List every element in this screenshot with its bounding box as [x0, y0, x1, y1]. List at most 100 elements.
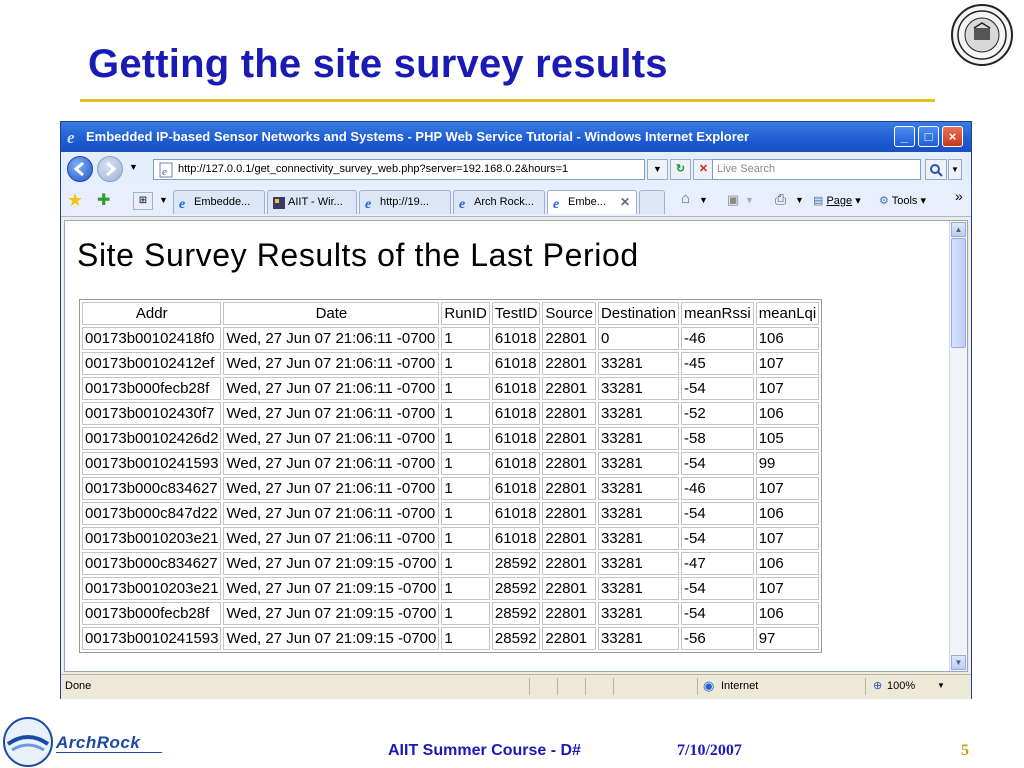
table-cell: 1	[441, 402, 490, 425]
stop-icon: ✕	[698, 163, 709, 175]
column-header: Date	[223, 302, 440, 325]
refresh-button[interactable]: ↻	[670, 159, 691, 180]
history-dropdown-icon[interactable]: ▼	[129, 162, 138, 172]
table-cell: 106	[755, 502, 820, 525]
table-cell: 22801	[542, 327, 596, 350]
table-row: 00173b00102430f7 Wed, 27 Jun 07 21:06:11 …	[82, 402, 820, 425]
more-commands-button[interactable]: »	[955, 188, 963, 204]
column-header: meanLqi	[755, 302, 820, 325]
table-row: 00173b000fecb28f Wed, 27 Jun 07 21:06:11 …	[82, 377, 820, 400]
table-cell: 33281	[597, 527, 679, 550]
search-button[interactable]	[925, 159, 947, 180]
table-cell: Wed, 27 Jun 07 21:06:11 -0700	[223, 477, 440, 500]
table-cell: -52	[681, 402, 754, 425]
close-tab-icon[interactable]: ✕	[620, 191, 630, 213]
add-favorites-icon[interactable]: ✚	[97, 190, 110, 210]
archrock-logo-icon	[3, 717, 53, 767]
table-cell: 00173b0010241593	[82, 452, 222, 475]
back-button[interactable]	[67, 156, 93, 182]
home-icon[interactable]: ⌂	[681, 190, 690, 207]
feeds-dropdown-icon[interactable]: ▼	[745, 195, 754, 205]
vertical-scrollbar[interactable]: ▲ ▼	[949, 221, 967, 671]
stop-button[interactable]: ✕	[693, 159, 714, 180]
browser-window: e Embedded IP-based Sensor Networks and …	[60, 121, 972, 699]
table-row: 00173b00102412ef Wed, 27 Jun 07 21:06:11 …	[82, 352, 820, 375]
table-cell: 61018	[491, 527, 541, 550]
status-bar: Done ◉ Internet ⊕ 100% ▼	[61, 674, 971, 699]
table-cell: 33281	[597, 377, 679, 400]
table-cell: Wed, 27 Jun 07 21:09:15 -0700	[223, 552, 440, 575]
title-divider	[80, 99, 935, 102]
table-cell: 106	[755, 402, 820, 425]
ie-tab-icon: e	[552, 196, 566, 214]
svg-text:e: e	[553, 197, 559, 210]
table-cell: 1	[441, 327, 490, 350]
tab-label: Embe...	[568, 196, 606, 208]
column-header: Addr	[82, 302, 222, 325]
table-cell: Wed, 27 Jun 07 21:06:11 -0700	[223, 527, 440, 550]
svg-text:e: e	[162, 166, 167, 178]
quick-tabs-button[interactable]: ⊞	[133, 192, 153, 210]
table-cell: 1	[441, 552, 490, 575]
maximize-button[interactable]: □	[918, 126, 939, 147]
table-cell: -54	[681, 527, 754, 550]
page-menu-icon: ▤	[813, 195, 824, 207]
tab-label: Arch Rock...	[474, 196, 534, 208]
url-input[interactable]: e http://127.0.0.1/get_connectivity_surv…	[153, 159, 645, 180]
tab-3[interactable]: e http://19...	[359, 190, 451, 214]
table-cell: 28592	[491, 602, 541, 625]
table-row: 00173b000c834627 Wed, 27 Jun 07 21:09:15 …	[82, 552, 820, 575]
table-cell: 107	[755, 577, 820, 600]
footer-date: 7/10/2007	[677, 742, 742, 759]
scroll-up-icon[interactable]: ▲	[951, 222, 966, 237]
page-menu[interactable]: ▤ Page ▾	[813, 194, 861, 207]
table-row: 00173b000c847d22 Wed, 27 Jun 07 21:06:11 …	[82, 502, 820, 525]
zoom-level[interactable]: 100%	[887, 680, 915, 692]
table-row: 00173b0010203e21 Wed, 27 Jun 07 21:06:11 …	[82, 527, 820, 550]
ie-tab-icon: e	[364, 196, 378, 214]
tools-menu[interactable]: ⚙ Tools ▾	[879, 194, 926, 207]
tab-2[interactable]: AIIT - Wir...	[267, 190, 357, 214]
new-tab-button[interactable]	[639, 190, 665, 214]
column-header: RunID	[441, 302, 490, 325]
tab-4[interactable]: e Arch Rock...	[453, 190, 545, 214]
feeds-icon[interactable]: ▣	[727, 192, 739, 208]
table-cell: 22801	[542, 377, 596, 400]
page-icon: e	[159, 162, 173, 178]
table-cell: 28592	[491, 627, 541, 650]
tab-1[interactable]: e Embedde...	[173, 190, 265, 214]
window-titlebar[interactable]: e Embedded IP-based Sensor Networks and …	[61, 122, 971, 152]
scrollbar-thumb[interactable]	[951, 238, 966, 348]
forward-button[interactable]	[97, 156, 123, 182]
print-dropdown-icon[interactable]: ▼	[795, 195, 804, 205]
favorites-star-icon[interactable]: ★	[67, 190, 83, 211]
search-input[interactable]: Live Search	[712, 159, 921, 180]
column-header: TestID	[491, 302, 541, 325]
url-dropdown-button[interactable]: ▼	[647, 159, 668, 180]
tab-5-active[interactable]: e Embe... ✕	[547, 190, 637, 214]
home-dropdown-icon[interactable]: ▼	[699, 195, 708, 205]
table-cell: 22801	[542, 527, 596, 550]
table-cell: 1	[441, 452, 490, 475]
table-cell: 1	[441, 502, 490, 525]
tab-label: Embedde...	[194, 196, 251, 208]
page-heading: Site Survey Results of the Last Period	[77, 237, 639, 273]
minimize-button[interactable]: _	[894, 126, 915, 147]
close-button[interactable]: ×	[942, 126, 963, 147]
table-row: 00173b00102418f0 Wed, 27 Jun 07 21:06:11 …	[82, 327, 820, 350]
table-row: 00173b0010241593 Wed, 27 Jun 07 21:09:15 …	[82, 627, 820, 650]
table-cell: 00173b000c834627	[82, 552, 222, 575]
table-cell: 99	[755, 452, 820, 475]
results-table-container: Addr Date RunID TestID Source Destination mean…	[79, 299, 823, 653]
tab-list-dropdown-icon[interactable]: ▼	[159, 195, 168, 205]
table-cell: -46	[681, 477, 754, 500]
search-options-button[interactable]: ▼	[948, 159, 962, 180]
printer-icon[interactable]: ⎙	[775, 191, 786, 208]
zoom-dropdown-icon[interactable]: ▼	[937, 681, 945, 690]
table-cell: Wed, 27 Jun 07 21:09:15 -0700	[223, 627, 440, 650]
status-divider	[613, 678, 614, 695]
address-bar: ▼ e http://127.0.0.1/get_connectivity_su…	[61, 152, 971, 187]
scroll-down-icon[interactable]: ▼	[951, 655, 966, 670]
table-cell: 33281	[597, 402, 679, 425]
table-cell: Wed, 27 Jun 07 21:06:11 -0700	[223, 427, 440, 450]
